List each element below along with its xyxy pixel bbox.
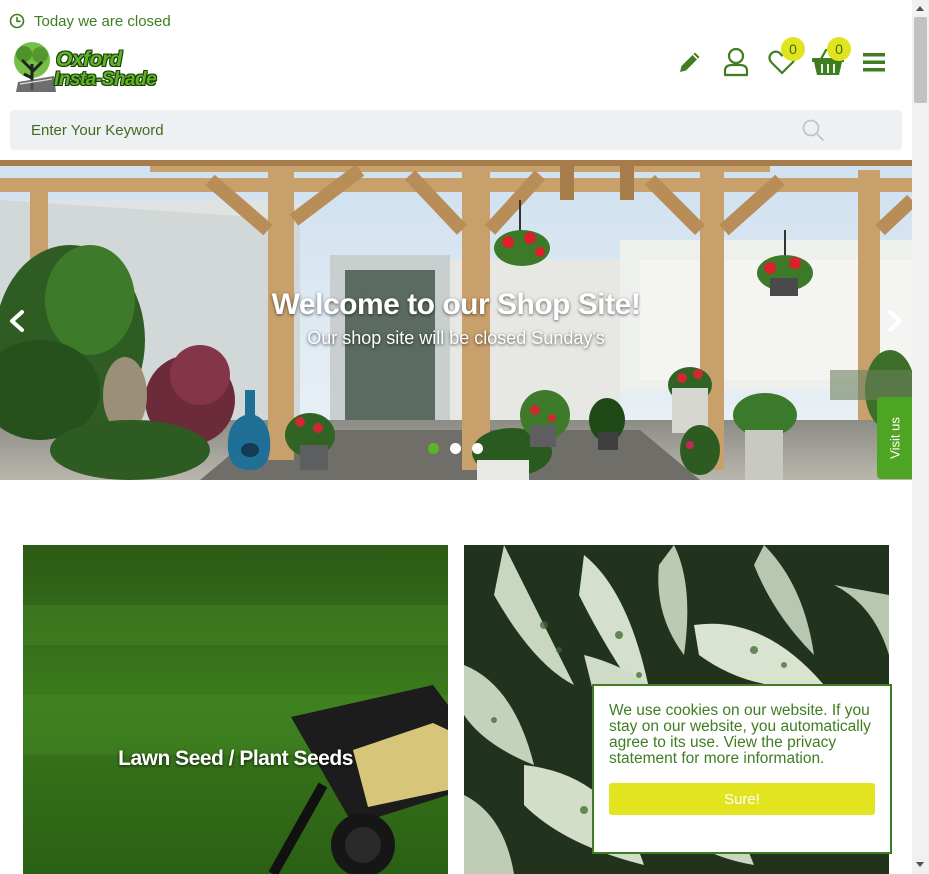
account-button[interactable] [719, 45, 753, 79]
search-bar [10, 110, 902, 150]
wishlist-button[interactable]: 0 [765, 37, 805, 79]
cookie-message: We use cookies on our website. If you st… [609, 702, 871, 767]
scrollbar-thumb[interactable] [914, 17, 927, 103]
header-actions: 0 0 [661, 37, 891, 82]
menu-icon [863, 53, 885, 72]
slider-dot[interactable] [450, 443, 461, 454]
hero-slider: Welcome to our Shop Site! Our shop site … [0, 160, 912, 480]
user-icon [723, 47, 749, 77]
page-scrollbar[interactable] [912, 0, 929, 874]
pencil-icon [680, 52, 700, 72]
slider-dot[interactable] [428, 443, 439, 454]
menu-button[interactable] [857, 45, 891, 79]
category-tile-lawn-seed[interactable]: Lawn Seed / Plant Seeds [23, 545, 448, 874]
accept-cookies-button[interactable]: Sure! [609, 783, 875, 815]
cart-count-badge: 0 [827, 37, 851, 61]
category-image-lawn [23, 545, 448, 874]
logo-text-line2: Insta-Shade [54, 69, 157, 90]
scroll-up-arrow-icon[interactable] [916, 6, 924, 11]
cookie-notice: We use cookies on our website. If you st… [592, 684, 892, 854]
store-hours-status: Today we are closed [9, 11, 171, 31]
hero-subtitle: Our shop site will be closed Sunday's [307, 328, 605, 348]
slider-dot[interactable] [472, 443, 483, 454]
site-logo[interactable]: Oxford Insta-Shade [10, 40, 174, 94]
edit-button[interactable] [673, 45, 707, 79]
scroll-down-arrow-icon[interactable] [916, 862, 924, 867]
store-hours-text: Today we are closed [34, 12, 171, 30]
search-icon[interactable] [801, 118, 825, 142]
visit-us-tab[interactable]: Visit us [877, 397, 912, 479]
search-input[interactable] [10, 110, 790, 150]
tree-logo-icon [14, 42, 56, 92]
slider-dots [428, 443, 494, 454]
clock-icon [9, 13, 25, 29]
cart-button[interactable]: 0 [811, 37, 851, 79]
hero-title: Welcome to our Shop Site! [271, 288, 641, 321]
wishlist-count-badge: 0 [781, 37, 805, 61]
visit-us-label: Visit us [887, 417, 902, 459]
category-label: Lawn Seed / Plant Seeds [118, 747, 353, 770]
